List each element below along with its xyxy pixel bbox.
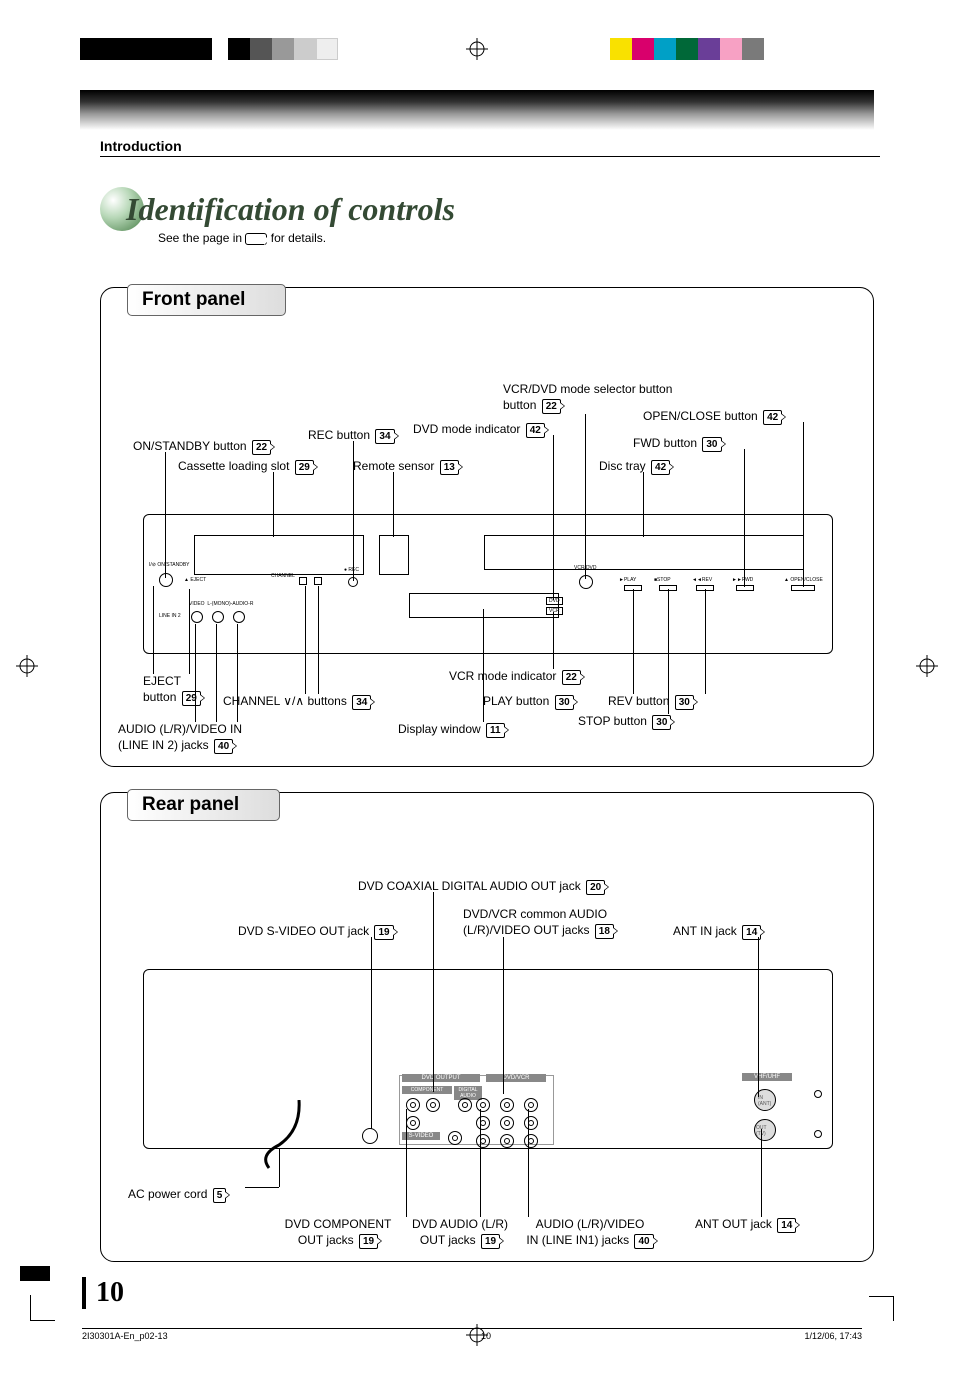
callout-channel: CHANNEL ∨/∧ buttons 34 xyxy=(223,694,371,710)
callout-text: AC power cord xyxy=(128,1187,207,1201)
callout-text: DVD COAXIAL DIGITAL AUDIO OUT jack xyxy=(358,879,581,893)
page-ref: 40 xyxy=(214,739,233,754)
subtitle: See the page in for details. xyxy=(158,231,326,245)
page-ref: 30 xyxy=(675,695,694,710)
callout-dvd-audio: DVD AUDIO (L/R)OUT jacks 19 xyxy=(405,1217,515,1249)
callout-open-close: OPEN/CLOSE button 42 xyxy=(643,409,782,425)
printer-marks-top xyxy=(0,30,954,90)
callout-text: ANT IN jack xyxy=(673,924,737,938)
callout-text: PLAY button xyxy=(483,694,549,708)
footer-date: 1/12/06, 17:43 xyxy=(804,1331,862,1341)
callout-ac-cord: AC power cord 5 xyxy=(128,1187,226,1203)
device-rear-outline: DVD OUTPUT DVD/VCR COMPONENT DIGITAL AUD… xyxy=(143,969,833,1149)
callout-rec: REC button 34 xyxy=(308,428,395,444)
subtitle-prefix: See the page in xyxy=(158,231,245,245)
page-ref: 42 xyxy=(763,410,782,425)
callout-disc-tray: Disc tray 42 xyxy=(599,459,670,475)
gray-squares xyxy=(228,38,338,60)
page-ref: 30 xyxy=(555,695,574,710)
callout-cassette: Cassette loading slot 29 xyxy=(178,459,314,475)
callout-text: DVD S-VIDEO OUT jack xyxy=(238,924,369,938)
page-ref: 20 xyxy=(586,880,605,895)
callout-eject: EJECTbutton 29 xyxy=(143,674,201,706)
color-squares xyxy=(610,38,764,60)
callout-component: DVD COMPONENTOUT jacks 19 xyxy=(278,1217,398,1249)
callout-audio-in: AUDIO (L/R)/VIDEO IN(LINE IN 2) jacks 40 xyxy=(118,722,268,754)
page-ref: 18 xyxy=(595,924,614,939)
callout-vcr-mode: VCR mode indicator 22 xyxy=(449,669,581,685)
callout-text: ANT OUT jack xyxy=(695,1217,772,1231)
callout-common: DVD/VCR common AUDIO(L/R)/VIDEO OUT jack… xyxy=(463,907,643,939)
bottom-black-block xyxy=(20,1266,50,1281)
callout-text: Display window xyxy=(398,722,481,736)
title-block: Identification of controls See the page … xyxy=(100,187,954,247)
page-ref: 19 xyxy=(359,1234,378,1249)
page-ref: 19 xyxy=(481,1234,500,1249)
rear-panel-box: Rear panel DVD OUTPUT DVD/VCR COMPONENT … xyxy=(100,792,874,1262)
page-ref: 19 xyxy=(374,925,393,940)
page-number: 10 xyxy=(82,1277,124,1309)
callout-text: OPEN/CLOSE button xyxy=(643,409,758,423)
callout-remote: Remote sensor 13 xyxy=(353,459,459,475)
subtitle-suffix: for details. xyxy=(271,231,326,245)
page-ref: 22 xyxy=(542,399,561,414)
page-ref: 5 xyxy=(213,1188,227,1203)
page-ref: 42 xyxy=(651,460,670,475)
black-squares xyxy=(80,38,212,60)
page-ref: 30 xyxy=(702,437,721,452)
callout-text: Cassette loading slot xyxy=(178,459,289,473)
rear-diagram: DVD OUTPUT DVD/VCR COMPONENT DIGITAL AUD… xyxy=(113,829,861,1249)
page-ref: 11 xyxy=(486,723,505,738)
page-ref: 34 xyxy=(375,429,394,444)
page-ref: 34 xyxy=(352,695,371,710)
rear-panel-title: Rear panel xyxy=(127,789,280,821)
device-front-outline: I/⊘ ON/STANDBY ▲ EJECT CHANNEL ● REC VID… xyxy=(143,514,833,654)
callout-dvd-mode: DVD mode indicator 42 xyxy=(413,422,545,438)
callout-text: VCR/DVD mode selector button xyxy=(503,382,672,396)
page-ref: 40 xyxy=(634,1234,653,1249)
front-panel-box: Front panel I/⊘ ON/STANDBY ▲ EJECT CHANN… xyxy=(100,287,874,767)
page-ref: 22 xyxy=(562,670,581,685)
registration-mark-top xyxy=(466,38,488,60)
registration-mark-right xyxy=(916,655,938,677)
callout-text: VCR mode indicator xyxy=(449,669,556,683)
callout-display: Display window 11 xyxy=(398,722,505,738)
callout-text: REV button xyxy=(608,694,669,708)
front-panel-title: Front panel xyxy=(127,284,286,316)
callout-text: DVD mode indicator xyxy=(413,422,520,436)
registration-mark-bottom xyxy=(466,1324,488,1351)
callout-coaxial: DVD COAXIAL DIGITAL AUDIO OUT jack 20 xyxy=(358,879,605,895)
callout-play: PLAY button 30 xyxy=(483,694,574,710)
callout-text: ON/STANDBY button xyxy=(133,439,247,453)
callout-text: STOP button xyxy=(578,714,647,728)
page-ref: 14 xyxy=(777,1218,796,1233)
page-ref: 29 xyxy=(182,691,201,706)
callout-rev: REV button 30 xyxy=(608,694,694,710)
callout-ant-out: ANT OUT jack 14 xyxy=(695,1217,796,1233)
page-ref: 22 xyxy=(252,440,271,455)
registration-mark-left xyxy=(16,655,38,677)
page-ref: 30 xyxy=(652,715,671,730)
callout-stop: STOP button 30 xyxy=(578,714,671,730)
callout-fwd: FWD button 30 xyxy=(633,436,722,452)
callout-text: Disc tray xyxy=(599,459,646,473)
callout-on-standby: ON/STANDBY button 22 xyxy=(133,439,271,455)
header-gradient xyxy=(80,90,874,130)
page-ref: 13 xyxy=(440,460,459,475)
callout-text: Remote sensor xyxy=(353,459,434,473)
page-ref: 29 xyxy=(295,460,314,475)
callout-text: FWD button xyxy=(633,436,697,450)
crop-mark-bl xyxy=(30,1295,55,1321)
callout-line-in1: AUDIO (L/R)/VIDEOIN (LINE IN1) jacks 40 xyxy=(525,1217,655,1249)
callout-ant-in: ANT IN jack 14 xyxy=(673,924,761,940)
page-ref-icon xyxy=(245,233,267,245)
footer-file: 2I30301A-En_p02-13 xyxy=(82,1331,168,1341)
section-label: Introduction xyxy=(100,138,880,157)
page-title: Identification of controls xyxy=(126,191,455,228)
callout-text: CHANNEL ∨/∧ buttons xyxy=(223,694,347,708)
callout-text: REC button xyxy=(308,428,370,442)
crop-mark-br xyxy=(869,1296,894,1321)
front-diagram: I/⊘ ON/STANDBY ▲ EJECT CHANNEL ● REC VID… xyxy=(113,324,861,754)
page-ref: 42 xyxy=(526,423,545,438)
